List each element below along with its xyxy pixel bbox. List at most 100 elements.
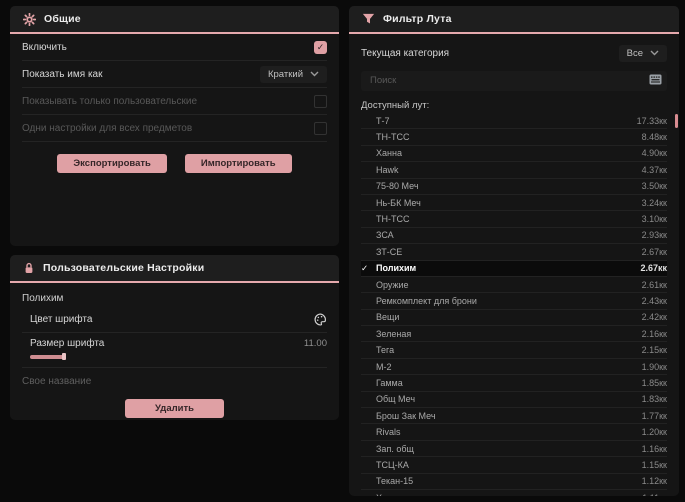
loot-item-row[interactable]: М-2 1.90кк	[361, 359, 667, 376]
padlock-icon	[23, 262, 35, 275]
loot-list: Т-7 17.33кк ТН-ТСС 8.48кк Ханна 4.90кк Hawk 4.3…	[361, 113, 667, 496]
loot-item-row[interactable]: Hawk 4.37кк	[361, 162, 667, 179]
loot-item-value: 3.10кк	[641, 214, 667, 225]
loot-item-row[interactable]: Ремкомплект для брони 2.43кк	[361, 293, 667, 310]
delete-row: Удалить	[22, 399, 327, 418]
general-panel-header: Общие	[10, 6, 339, 34]
enable-checkbox[interactable]: ✓	[314, 40, 327, 54]
loot-item-row[interactable]: Зеленая 2.16кк	[361, 326, 667, 343]
loot-item-name: ТН-ТСС	[376, 214, 410, 225]
loot-item-name: Текан-15	[376, 476, 414, 487]
search-input[interactable]	[361, 70, 667, 91]
import-button[interactable]: Импортировать	[184, 154, 292, 173]
loot-item-name: Зеленая	[376, 328, 412, 339]
loot-item-name: Гамма	[376, 377, 403, 388]
loot-item-row[interactable]: 75-80 Меч 3.50кк	[361, 179, 667, 195]
export-button[interactable]: Экспортировать	[57, 154, 167, 173]
chevron-down-icon	[310, 71, 319, 77]
loot-item-value: 4.37кк	[641, 164, 667, 175]
loot-item-name: Брош Зак Меч	[376, 410, 436, 421]
loot-item-name: М-2	[376, 361, 392, 372]
font-size-value: 11.00	[303, 338, 327, 349]
loot-item-value: 2.42кк	[641, 312, 667, 323]
loot-item-row[interactable]: Rivals 1.20кк	[361, 424, 667, 441]
loot-item-row[interactable]: Нь-БК Меч 3.24кк	[361, 195, 667, 212]
loot-item-row[interactable]: Брош Зак Меч 1.77кк	[361, 408, 667, 425]
loot-filter-title: Фильтр Лута	[383, 13, 452, 25]
only-custom-checkbox[interactable]	[314, 94, 327, 108]
loot-item-value: 3.24кк	[641, 197, 667, 208]
font-color-label: Цвет шрифта	[30, 313, 93, 325]
loot-item-row[interactable]: Текан-15 1.12кк	[361, 474, 667, 490]
loot-item-name: Rivals	[376, 427, 401, 438]
delete-button[interactable]: Удалить	[125, 399, 224, 418]
loot-item-name: ТН-ТСС	[376, 132, 410, 143]
keyboard-icon[interactable]	[649, 74, 662, 85]
loot-item-value: 2.16кк	[641, 328, 667, 339]
loot-item-value: 1.11кк	[642, 493, 667, 496]
loot-item-name: Нь-БК Меч	[376, 197, 421, 208]
loot-item-row[interactable]: ТН-ТСС 3.10кк	[361, 211, 667, 228]
custom-name-input[interactable]	[22, 368, 327, 395]
same-for-all-checkbox[interactable]	[314, 121, 327, 135]
funnel-icon	[362, 13, 375, 25]
import-export-row: Экспортировать Импортировать	[22, 154, 327, 173]
font-color-row: Цвет шрифта	[22, 306, 327, 333]
loot-item-row[interactable]: Общ Меч 1.83кк	[361, 392, 667, 409]
loot-item-row[interactable]: Тега 2.15кк	[361, 342, 667, 359]
loot-item-row[interactable]: Гамма 1.85кк	[361, 375, 667, 392]
loot-item-value: 2.67кк	[640, 263, 667, 274]
same-for-all-label: Одни настройки для всех предметов	[22, 122, 193, 134]
loot-item-row[interactable]: ТН-ТСС 8.48кк	[361, 129, 667, 146]
loot-item-row[interactable]: ЗТ-СЕ 2.67кк	[361, 244, 667, 261]
loot-item-row[interactable]: Т-7 17.33кк	[361, 113, 667, 130]
loot-item-row[interactable]: ЗСА 2.93кк	[361, 228, 667, 245]
loot-item-name: Хава	[376, 493, 642, 496]
loot-item-name: Общ Меч	[376, 394, 416, 405]
loot-item-value: 1.20кк	[641, 427, 667, 438]
loot-item-value: 2.15кк	[641, 345, 667, 356]
loot-item-row[interactable]: ТСЦ-КА 1.15кк	[361, 457, 667, 474]
loot-item-name: Вещи	[376, 312, 400, 323]
scrollbar-thumb[interactable]	[675, 114, 678, 128]
gear-icon	[22, 12, 37, 26]
category-dropdown[interactable]: Все	[618, 44, 667, 62]
name-mode-dropdown[interactable]: Краткий	[259, 65, 327, 83]
font-size-slider[interactable]	[30, 353, 327, 360]
loot-item-value: 1.83кк	[641, 394, 667, 405]
custom-settings-panel: Пользовательские Настройки Полихим Цвет …	[10, 255, 339, 420]
slider-thumb[interactable]	[62, 353, 66, 360]
loot-item-value: 1.90кк	[641, 361, 667, 372]
loot-item-row[interactable]: ✓ Полихим 2.67кк	[361, 260, 667, 277]
enable-label: Включить	[22, 41, 67, 53]
loot-item-row[interactable]: Оружие 2.61кк	[361, 277, 667, 294]
name-mode-row: Показать имя как Краткий	[22, 61, 327, 88]
same-for-all-row: Одни настройки для всех предметов	[22, 115, 327, 142]
chevron-down-icon	[650, 50, 659, 56]
loot-item-row[interactable]: Хава1.11кк	[361, 490, 667, 496]
palette-icon[interactable]	[314, 312, 327, 326]
font-size-label: Размер шрифта	[30, 338, 105, 349]
only-custom-label: Показывать только пользовательские	[22, 95, 197, 107]
app-window: Общие Включить ✓ Показать имя как Кратки…	[0, 0, 685, 502]
custom-settings-header: Пользовательские Настройки	[10, 255, 339, 283]
category-row: Текущая категория Все	[361, 40, 667, 66]
loot-item-name: 75-80 Меч	[376, 181, 419, 192]
loot-item-value: 2.93кк	[641, 230, 667, 241]
loot-item-row[interactable]: Вещи 2.42кк	[361, 310, 667, 327]
only-custom-row: Показывать только пользовательские	[22, 88, 327, 115]
loot-item-name: Тега	[376, 345, 395, 356]
loot-item-value: 17.33кк	[636, 115, 667, 126]
category-label: Текущая категория	[361, 47, 450, 59]
selected-item-name: Полихим	[22, 293, 64, 304]
general-panel-body: Включить ✓ Показать имя как Краткий Пока…	[10, 34, 339, 173]
loot-item-value: 1.77кк	[641, 410, 667, 421]
loot-item-row[interactable]: Зап. общ 1.16кк	[361, 441, 667, 458]
loot-item-value: 1.85кк	[641, 377, 667, 388]
loot-item-name: Оружие	[376, 279, 409, 290]
general-panel-title: Общие	[44, 13, 81, 25]
loot-item-row[interactable]: Ханна 4.90кк	[361, 146, 667, 163]
loot-item-value: 8.48кк	[641, 132, 667, 143]
loot-item-value: 4.90кк	[641, 148, 667, 159]
loot-item-name: Т-7	[376, 115, 390, 126]
